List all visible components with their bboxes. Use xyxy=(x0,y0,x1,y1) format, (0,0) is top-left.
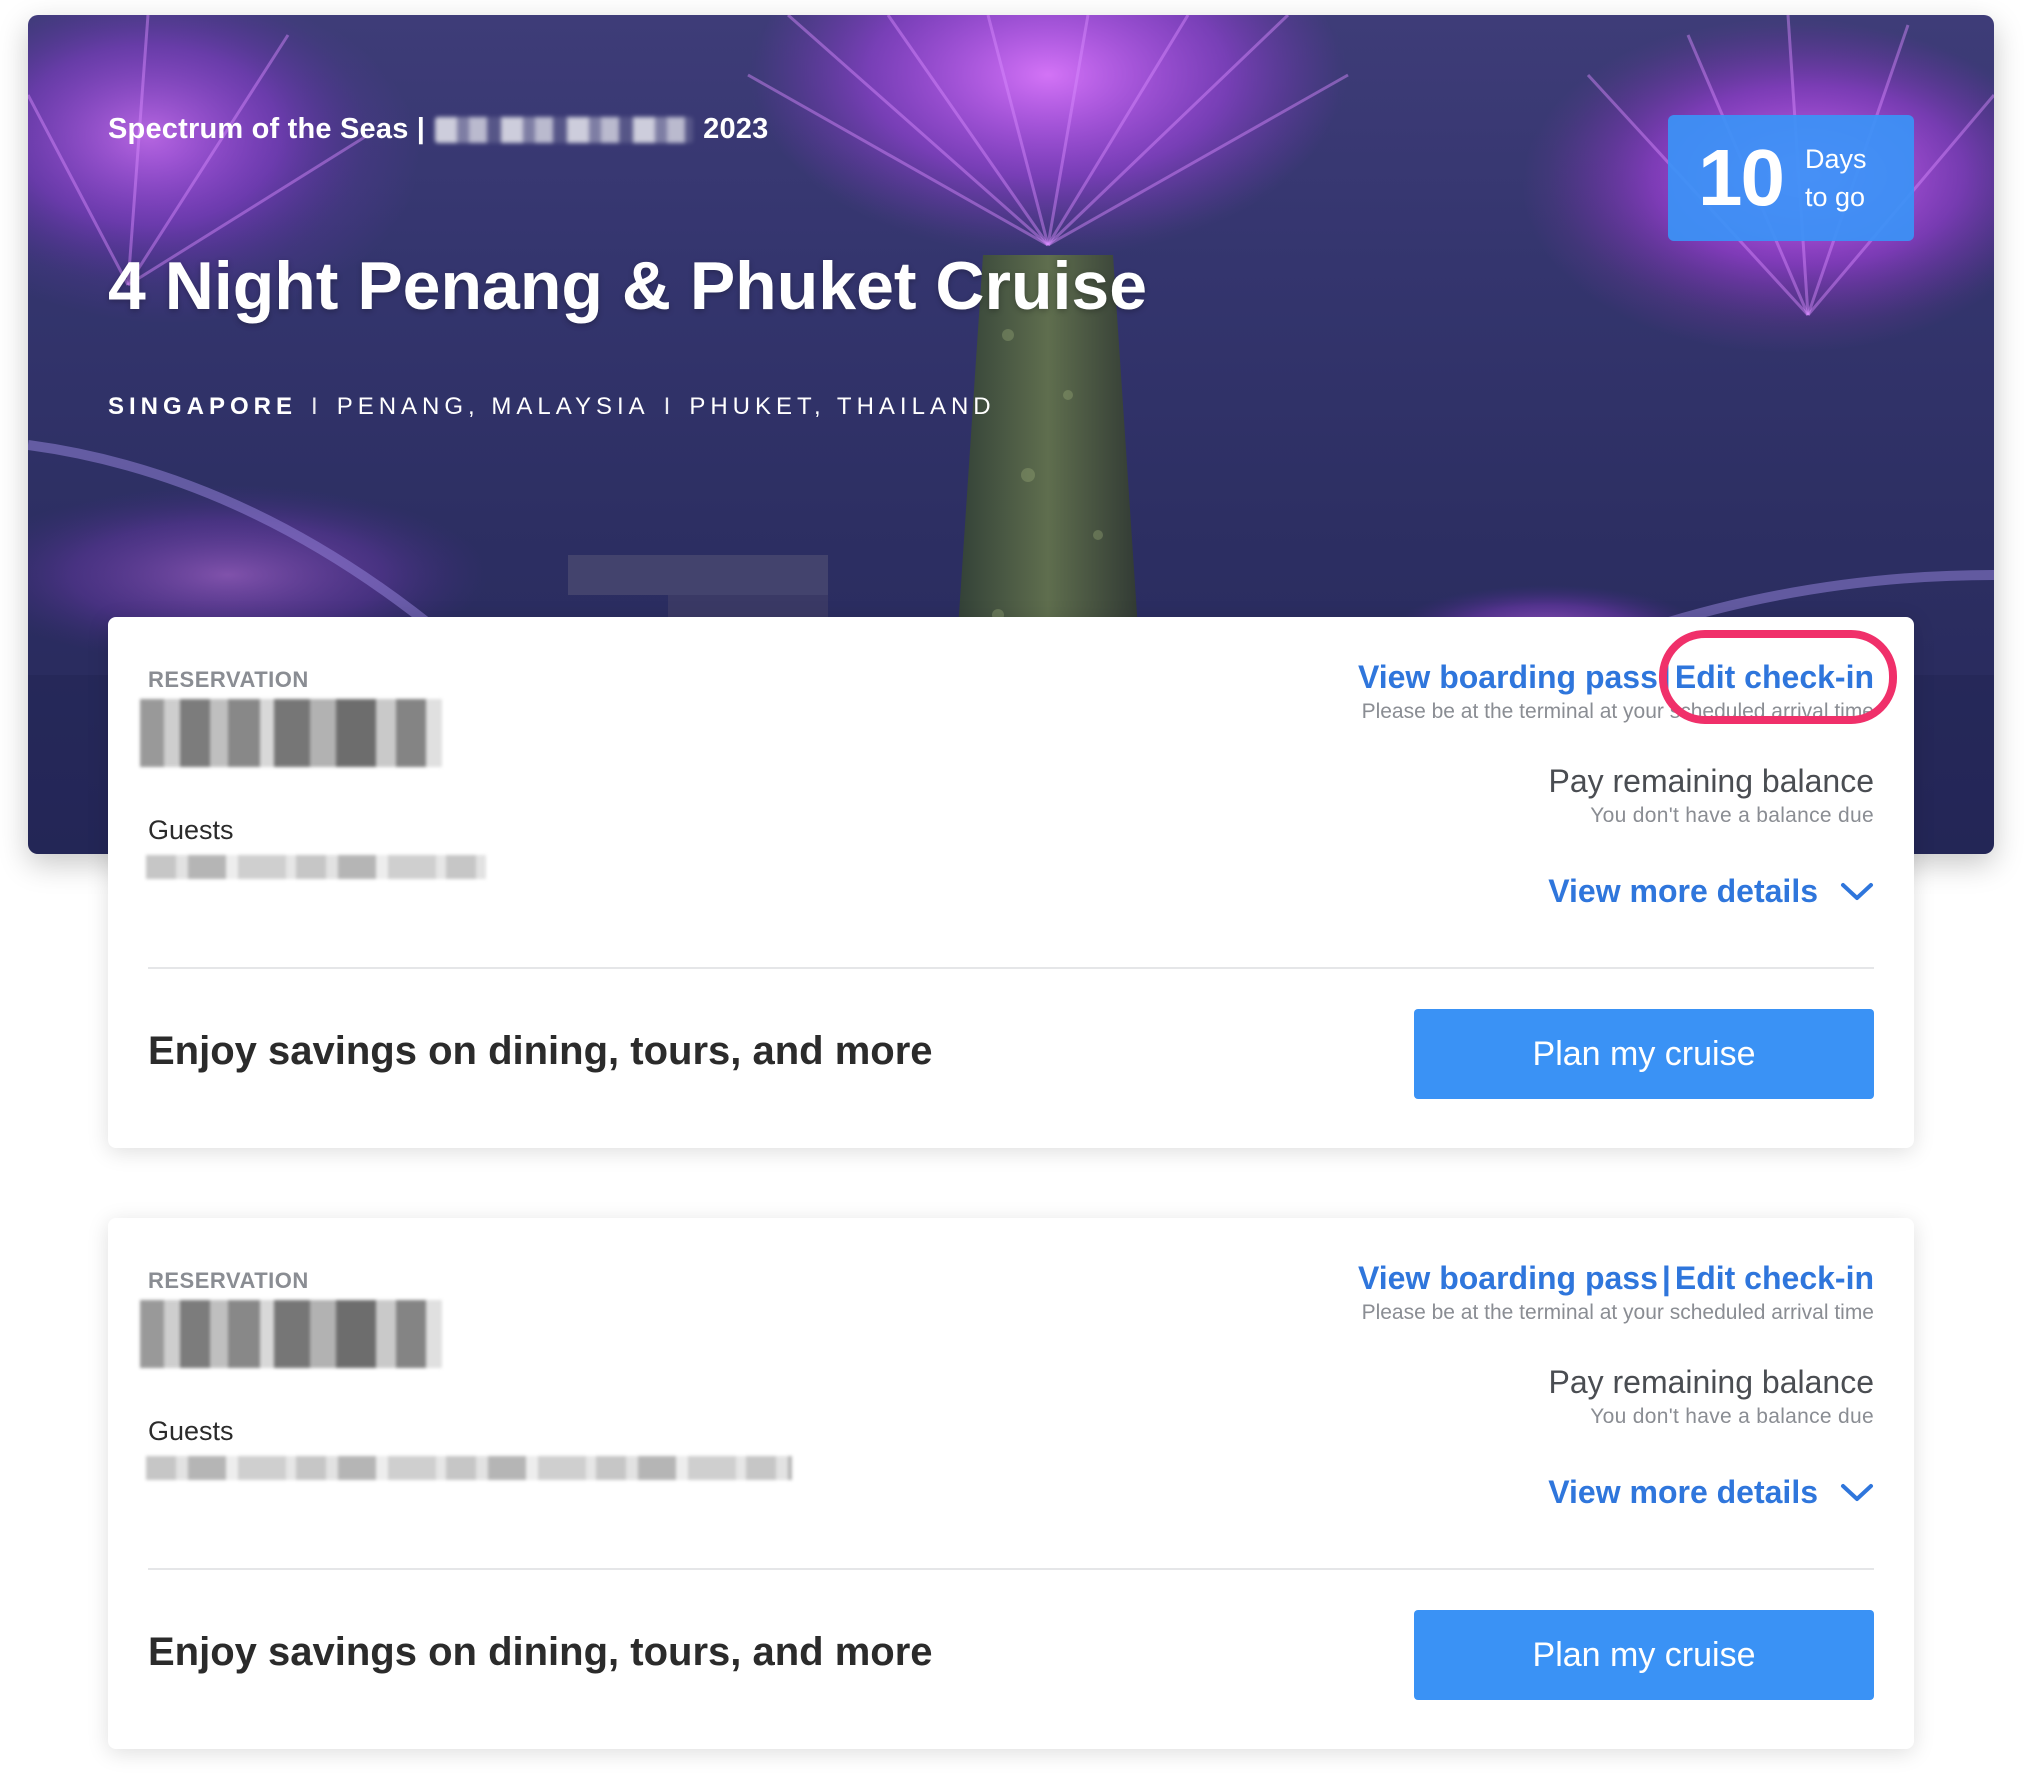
terminal-note: Please be at the terminal at your schedu… xyxy=(1361,700,1874,723)
countdown-label: Days to go xyxy=(1805,140,1867,216)
cruise-title: 4 Night Penang & Phuket Cruise xyxy=(108,248,1148,324)
chevron-down-icon xyxy=(1841,1483,1873,1501)
reservation-label: RESERVATION xyxy=(148,1268,309,1293)
redacted-guest-names xyxy=(146,1456,792,1480)
port-2: PENANG, MALAYSIA xyxy=(336,393,650,420)
redacted-sail-dates xyxy=(435,116,694,143)
link-separator: | xyxy=(1661,659,1671,695)
pay-remaining-balance: Pay remaining balance xyxy=(1548,1364,1874,1400)
plan-my-cruise-button[interactable]: Plan my cruise xyxy=(1414,1009,1874,1099)
ship-name: Spectrum of the Seas | xyxy=(108,113,426,145)
checkin-links: View boarding pass | Edit check-in xyxy=(1358,1260,1874,1297)
days-countdown-badge: 10 Days to go xyxy=(1668,115,1914,241)
guests-label: Guests xyxy=(148,1416,234,1446)
redacted-guest-names xyxy=(146,855,486,879)
countdown-line-2: to go xyxy=(1804,182,1866,212)
redacted-reservation-number xyxy=(140,699,442,767)
view-more-details-label: View more details xyxy=(1548,873,1818,909)
view-more-details-label: View more details xyxy=(1548,1474,1818,1510)
card-divider xyxy=(148,1568,1874,1570)
plan-my-cruise-button[interactable]: Plan my cruise xyxy=(1414,1610,1874,1700)
link-separator: | xyxy=(1661,1260,1671,1296)
itinerary-ports: SINGAPORE I PENANG, MALAYSIA I PHUKET, T… xyxy=(108,393,996,421)
reservation-card: RESERVATION Guests View boarding pass | Ed… xyxy=(108,1218,1914,1749)
promo-text: Enjoy savings on dining, tours, and more xyxy=(148,1029,933,1073)
guests-label: Guests xyxy=(148,815,234,845)
edit-check-in-link[interactable]: Edit check-in xyxy=(1675,659,1874,695)
balance-status: You don't have a balance due xyxy=(1590,1405,1874,1428)
reservation-label: RESERVATION xyxy=(148,667,309,692)
view-boarding-pass-link[interactable]: View boarding pass xyxy=(1358,659,1658,695)
port-separator: I xyxy=(311,393,323,420)
view-more-details-toggle[interactable]: View more details xyxy=(1548,873,1874,910)
port-separator: I xyxy=(663,393,676,420)
redacted-reservation-number xyxy=(140,1300,442,1368)
countdown-number: 10 xyxy=(1698,133,1785,222)
terminal-note: Please be at the terminal at your schedu… xyxy=(1361,1301,1874,1324)
port-1: SINGAPORE xyxy=(108,393,298,420)
card-divider xyxy=(148,967,1874,969)
checkin-links: View boarding pass | Edit check-in xyxy=(1358,659,1874,696)
view-boarding-pass-link[interactable]: View boarding pass xyxy=(1358,1260,1658,1296)
pay-remaining-balance: Pay remaining balance xyxy=(1548,763,1874,799)
chevron-down-icon xyxy=(1841,882,1873,900)
edit-check-in-link[interactable]: Edit check-in xyxy=(1675,1260,1874,1296)
port-3: PHUKET, THAILAND xyxy=(689,393,996,420)
countdown-line-1: Days xyxy=(1804,144,1867,174)
ship-and-dates: Spectrum of the Seas | 2023 xyxy=(108,113,768,146)
sail-year: 2023 xyxy=(703,113,769,145)
balance-status: You don't have a balance due xyxy=(1590,804,1874,827)
reservation-card: RESERVATION Guests View boarding pass | Ed… xyxy=(108,617,1914,1148)
promo-text: Enjoy savings on dining, tours, and more xyxy=(148,1630,933,1674)
view-more-details-toggle[interactable]: View more details xyxy=(1548,1474,1874,1511)
